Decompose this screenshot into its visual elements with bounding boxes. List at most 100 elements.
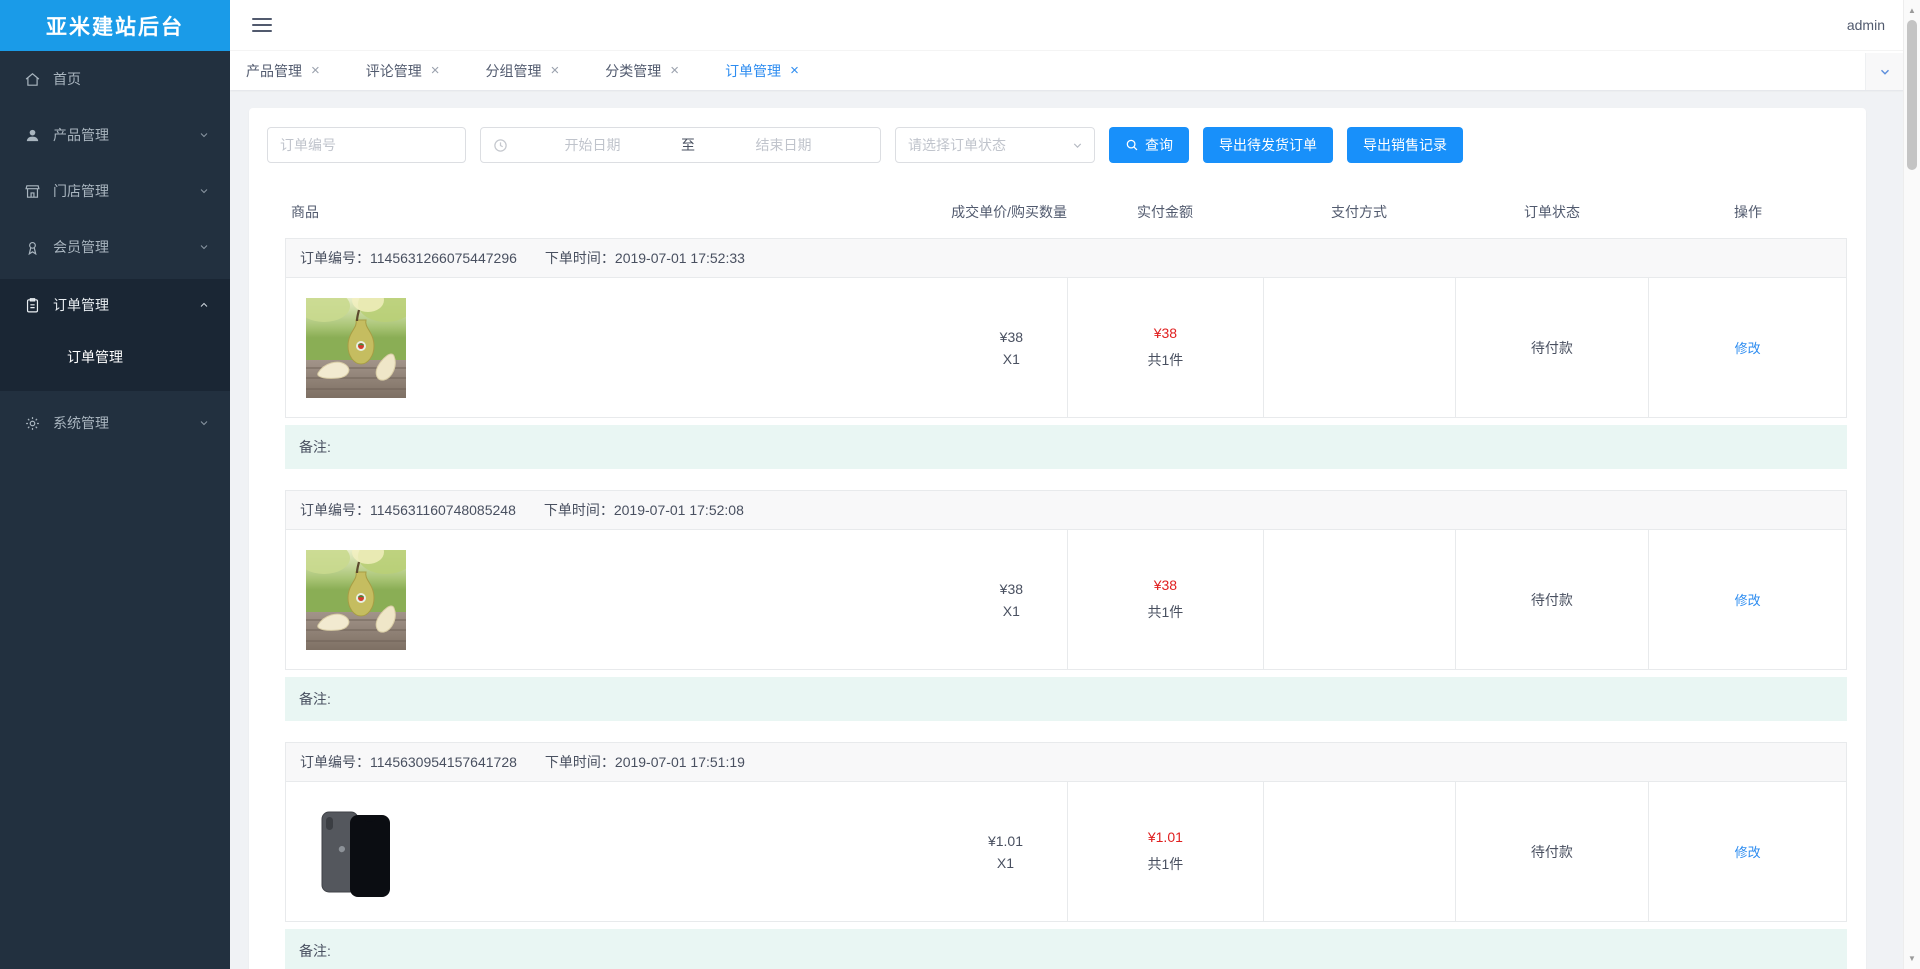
main-area: admin 产品管理 × 评论管理 × 分组管理 × 分类管理 × 订单管理 × bbox=[230, 0, 1920, 969]
close-icon[interactable]: × bbox=[311, 63, 320, 78]
chevron-down-icon bbox=[200, 133, 208, 138]
edit-order-link[interactable]: 修改 bbox=[1735, 590, 1761, 609]
chevron-up-icon bbox=[200, 302, 208, 307]
store-icon bbox=[24, 183, 41, 200]
pay-method-cell bbox=[1262, 782, 1455, 921]
tab-orders[interactable]: 订单管理 × bbox=[725, 61, 799, 81]
scrollbar-down-arrow[interactable]: ▼ bbox=[1904, 951, 1920, 965]
order-number-value: 1145631160748085248 bbox=[370, 502, 516, 518]
clock-icon bbox=[493, 138, 508, 153]
paid-amount: ¥38 bbox=[1153, 325, 1178, 341]
order-status-select[interactable]: 请选择订单状态 bbox=[895, 127, 1095, 163]
unit-price: ¥38 bbox=[999, 580, 1024, 597]
chevron-down-icon bbox=[200, 245, 208, 250]
tab-products[interactable]: 产品管理 × bbox=[246, 61, 320, 81]
order-status-cell: 待付款 bbox=[1454, 278, 1649, 417]
paid-amount-cell: ¥38 共1件 bbox=[1067, 278, 1263, 417]
action-cell: 修改 bbox=[1648, 278, 1846, 417]
sidebar-item-label: 订单管理 bbox=[53, 297, 109, 313]
order-number-label: 订单编号： bbox=[300, 754, 370, 770]
scrollbar-up-arrow[interactable]: ▲ bbox=[1904, 3, 1920, 17]
sidebar-item-products[interactable]: 产品管理 bbox=[0, 111, 230, 159]
unit-price: ¥1.01 bbox=[987, 832, 1024, 849]
close-icon[interactable]: × bbox=[431, 63, 440, 78]
order-block: 订单编号： 1145631160748085248 下单时间： 2019-07-01… bbox=[285, 490, 1847, 721]
sidebar: 亚米建站后台 首页 产品管理 门店管理 会员管理 订单管理 订单管理 系统管理 bbox=[0, 0, 230, 969]
sidebar-item-members[interactable]: 会员管理 bbox=[0, 223, 230, 271]
product-image bbox=[306, 297, 406, 398]
tab-comments[interactable]: 评论管理 × bbox=[366, 61, 440, 81]
app-logo: 亚米建站后台 bbox=[0, 0, 230, 51]
close-icon[interactable]: × bbox=[551, 63, 560, 78]
scrollbar-thumb[interactable] bbox=[1907, 20, 1917, 170]
export-pending-orders-button[interactable]: 导出待发货订单 bbox=[1203, 127, 1333, 163]
date-separator: 至 bbox=[681, 137, 695, 153]
close-icon[interactable]: × bbox=[670, 63, 679, 78]
paid-amount: ¥38 bbox=[1153, 577, 1178, 593]
tab-categories[interactable]: 分类管理 × bbox=[605, 61, 679, 81]
sidebar-item-system[interactable]: 系统管理 bbox=[0, 399, 230, 447]
order-block: 订单编号： 1145630954157641728 下单时间： 2019-07-01… bbox=[285, 742, 1847, 969]
sidebar-item-orders[interactable]: 订单管理 bbox=[0, 281, 230, 329]
order-time-value: 2019-07-01 17:52:33 bbox=[614, 250, 745, 266]
sidebar-menu: 首页 产品管理 门店管理 会员管理 订单管理 订单管理 系统管理 bbox=[0, 51, 230, 447]
top-header: admin bbox=[230, 0, 1920, 51]
product-image bbox=[306, 801, 406, 902]
hamburger-menu-icon[interactable] bbox=[252, 14, 272, 36]
col-header-paid-amount: 实付金额 bbox=[1137, 204, 1193, 220]
export-sales-records-button[interactable]: 导出销售记录 bbox=[1347, 127, 1463, 163]
content-area: 开始日期 至 结束日期 请选择订单状态 查询 导出待发货订单 导出销售记录 bbox=[230, 90, 1920, 969]
sidebar-item-home[interactable]: 首页 bbox=[0, 55, 230, 103]
order-time-label: 下单时间： bbox=[544, 754, 615, 770]
chevron-down-icon bbox=[200, 421, 208, 426]
quantity: X1 bbox=[1002, 350, 1020, 367]
tab-list-dropdown[interactable] bbox=[1865, 53, 1903, 90]
col-header-unit-price-qty: 成交单价/购买数量 bbox=[951, 204, 1067, 220]
order-number-value: 1145631266075447296 bbox=[370, 250, 517, 266]
paid-count: 共1件 bbox=[1147, 352, 1184, 368]
order-status-cell: 待付款 bbox=[1454, 530, 1649, 669]
unit-price: ¥38 bbox=[999, 328, 1024, 345]
quantity: X1 bbox=[996, 854, 1015, 871]
paid-count: 共1件 bbox=[1147, 856, 1184, 872]
product-cell: ¥38 X1 bbox=[286, 530, 1067, 669]
product-image bbox=[306, 549, 406, 650]
sidebar-item-stores[interactable]: 门店管理 bbox=[0, 167, 230, 215]
paid-count: 共1件 bbox=[1147, 604, 1184, 620]
order-row: ¥38 X1 ¥38 共1件 待付款 修改 bbox=[285, 278, 1847, 418]
chevron-down-icon bbox=[1073, 142, 1082, 148]
order-number-input[interactable] bbox=[267, 127, 466, 163]
edit-order-link[interactable]: 修改 bbox=[1735, 842, 1761, 861]
order-time-label: 下单时间： bbox=[543, 502, 614, 518]
user-icon bbox=[24, 127, 41, 144]
order-row: ¥1.01 X1 ¥1.01 共1件 待付款 修改 bbox=[285, 782, 1847, 922]
tab-groups[interactable]: 分组管理 × bbox=[486, 61, 560, 81]
filter-bar: 开始日期 至 结束日期 请选择订单状态 查询 导出待发货订单 导出销售记录 bbox=[267, 127, 1848, 163]
unit-price-qty: ¥38 X1 bbox=[1000, 326, 1023, 370]
search-button[interactable]: 查询 bbox=[1109, 127, 1189, 163]
col-header-order-status: 订单状态 bbox=[1524, 204, 1580, 220]
end-date-placeholder[interactable]: 结束日期 bbox=[699, 135, 868, 155]
order-header: 订单编号： 1145631160748085248 下单时间： 2019-07-01… bbox=[285, 490, 1847, 530]
col-header-product: 商品 bbox=[291, 204, 319, 220]
order-header: 订单编号： 1145630954157641728 下单时间： 2019-07-01… bbox=[285, 742, 1847, 782]
order-block: 订单编号： 1145631266075447296 下单时间： 2019-07-01… bbox=[285, 238, 1847, 469]
table-header-row: 商品 成交单价/购买数量 实付金额 支付方式 订单状态 操作 bbox=[285, 196, 1847, 228]
close-icon[interactable]: × bbox=[790, 63, 799, 78]
order-remark: 备注: bbox=[285, 929, 1847, 969]
product-cell: ¥1.01 X1 bbox=[286, 782, 1067, 921]
chevron-down-icon bbox=[200, 189, 208, 194]
order-status-cell: 待付款 bbox=[1454, 782, 1649, 921]
vertical-scrollbar[interactable]: ▲ ▼ bbox=[1903, 0, 1920, 969]
date-range-picker[interactable]: 开始日期 至 结束日期 bbox=[480, 127, 881, 163]
sidebar-item-label: 系统管理 bbox=[53, 415, 109, 431]
col-header-pay-method: 支付方式 bbox=[1331, 204, 1387, 220]
user-menu[interactable]: admin bbox=[1847, 17, 1885, 33]
start-date-placeholder[interactable]: 开始日期 bbox=[508, 135, 677, 155]
orders-table: 商品 成交单价/购买数量 实付金额 支付方式 订单状态 操作 订单编号： 1145… bbox=[285, 196, 1847, 969]
orders-card: 开始日期 至 结束日期 请选择订单状态 查询 导出待发货订单 导出销售记录 bbox=[249, 108, 1866, 969]
tab-bar: 产品管理 × 评论管理 × 分组管理 × 分类管理 × 订单管理 × bbox=[230, 51, 1920, 90]
order-row: ¥38 X1 ¥38 共1件 待付款 修改 bbox=[285, 530, 1847, 670]
edit-order-link[interactable]: 修改 bbox=[1735, 338, 1761, 357]
sidebar-subitem-order-management[interactable]: 订单管理 bbox=[0, 329, 230, 385]
